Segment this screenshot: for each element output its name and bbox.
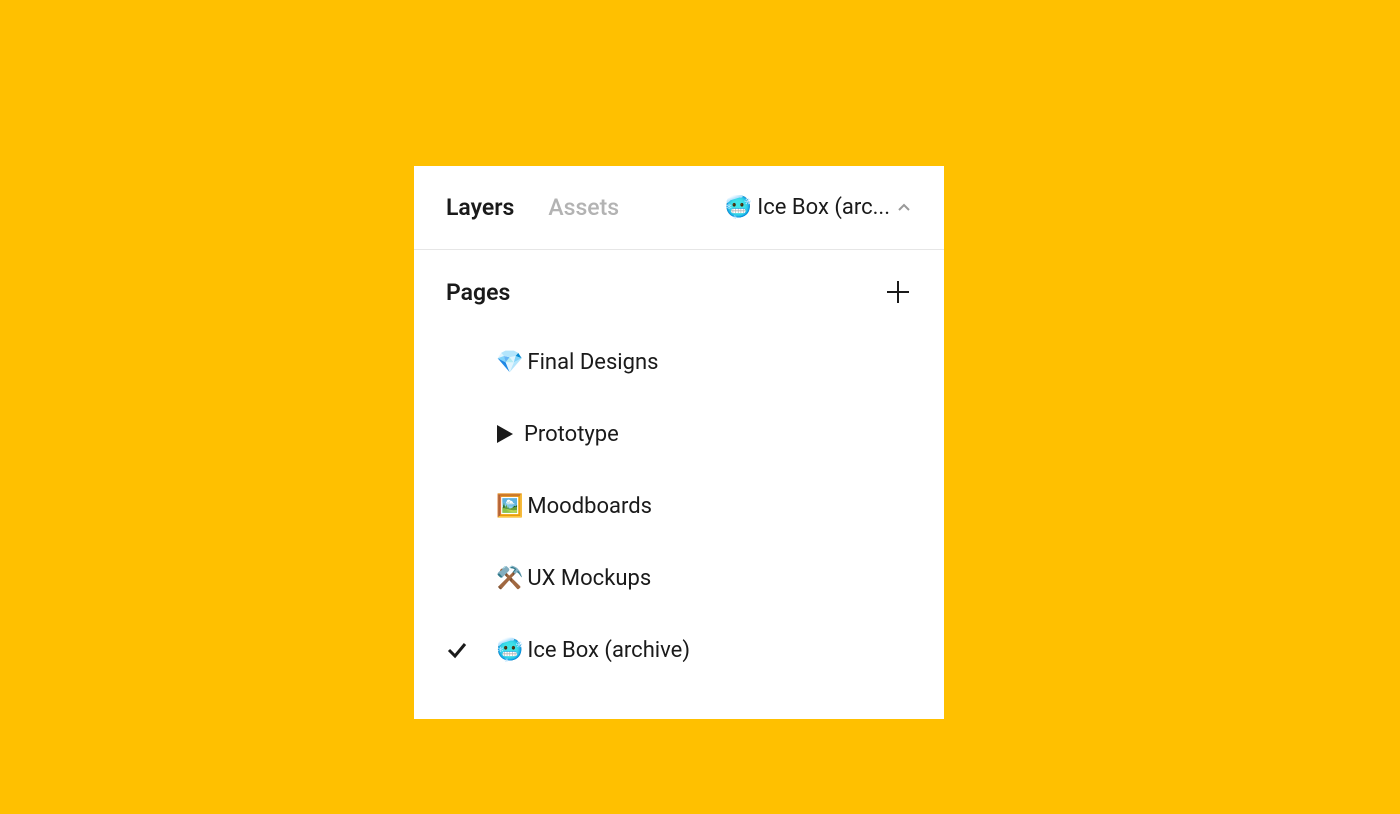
page-emoji: 🖼️	[496, 494, 523, 519]
play-icon	[496, 424, 514, 444]
page-emoji: 💎	[496, 350, 523, 375]
layers-panel: Layers Assets 🥶 Ice Box (arc... Pages 💎 …	[414, 166, 944, 719]
page-label: Final Designs	[527, 350, 658, 375]
page-emoji: ⚒️	[496, 566, 523, 591]
current-page-dropdown[interactable]: 🥶 Ice Box (arc...	[724, 195, 912, 220]
check-icon	[446, 639, 496, 661]
page-item-ux-mockups[interactable]: ⚒️ UX Mockups	[446, 542, 912, 614]
page-list: 💎 Final Designs Prototype 🖼️ Moodboards …	[414, 326, 944, 706]
page-label: Moodboards	[527, 494, 652, 519]
tab-assets[interactable]: Assets	[548, 194, 619, 221]
plus-icon	[885, 279, 911, 305]
pages-title: Pages	[446, 279, 510, 306]
page-item-ice-box[interactable]: 🥶 Ice Box (archive)	[446, 614, 912, 686]
page-emoji: 🥶	[496, 638, 523, 663]
pages-header: Pages	[414, 250, 944, 326]
panel-header: Layers Assets 🥶 Ice Box (arc...	[414, 166, 944, 250]
page-item-final-designs[interactable]: 💎 Final Designs	[446, 326, 912, 398]
page-item-moodboards[interactable]: 🖼️ Moodboards	[446, 470, 912, 542]
page-label: Prototype	[524, 422, 619, 447]
page-label: Ice Box (archive)	[527, 638, 690, 663]
chevron-up-icon	[896, 200, 912, 216]
add-page-button[interactable]	[884, 278, 912, 306]
current-page-label: 🥶 Ice Box (arc...	[724, 195, 890, 220]
page-label: UX Mockups	[527, 566, 651, 591]
page-item-prototype[interactable]: Prototype	[446, 398, 912, 470]
tab-layers[interactable]: Layers	[446, 194, 514, 221]
